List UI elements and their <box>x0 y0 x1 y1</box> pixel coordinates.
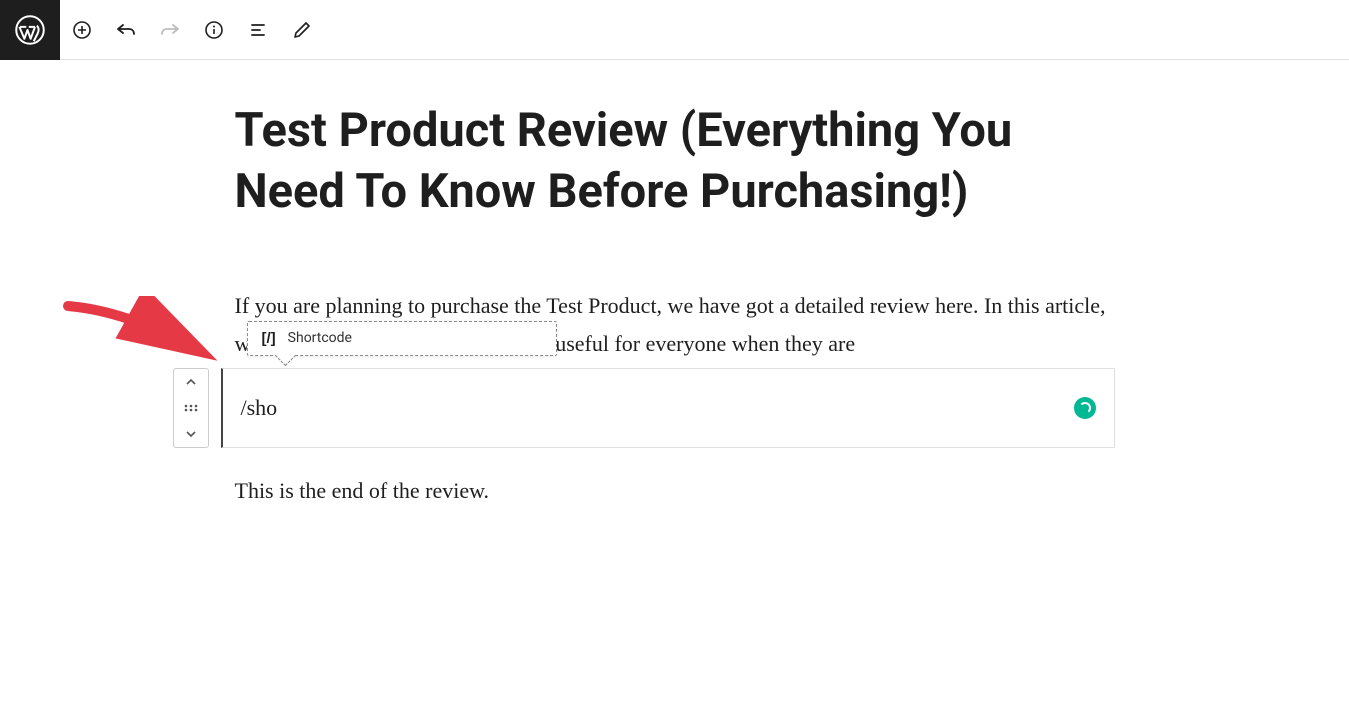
tools-button[interactable] <box>280 8 324 52</box>
wordpress-icon <box>15 15 45 45</box>
paragraph-block[interactable]: This is the end of the review. <box>235 472 1115 509</box>
loading-indicator <box>1074 397 1096 419</box>
undo-icon <box>114 18 138 42</box>
pencil-icon <box>290 18 314 42</box>
add-block-button[interactable] <box>60 8 104 52</box>
info-button[interactable] <box>192 8 236 52</box>
info-icon <box>202 18 226 42</box>
annotation-arrow <box>58 296 218 376</box>
block-suggestion-popup[interactable]: [/] Shortcode <box>247 321 557 356</box>
undo-button[interactable] <box>104 8 148 52</box>
suggestion-label: Shortcode <box>288 330 352 346</box>
editor-toolbar <box>0 0 1349 60</box>
block-input-text[interactable]: /sho <box>241 395 278 421</box>
post-title[interactable]: Test Product Review (Everything You Need… <box>235 100 1115 222</box>
drag-icon <box>183 403 199 413</box>
chevron-down-icon <box>184 427 198 441</box>
block-mover <box>173 368 209 448</box>
move-up-button[interactable] <box>174 369 208 395</box>
move-down-button[interactable] <box>174 421 208 447</box>
loading-arc-icon <box>1079 402 1091 414</box>
drag-handle[interactable] <box>174 395 208 421</box>
shortcode-icon: [/] <box>262 330 276 347</box>
redo-button <box>148 8 192 52</box>
toolbar-buttons <box>60 8 324 52</box>
active-block: [/] Shortcode /sho <box>173 368 1115 448</box>
list-icon <box>246 18 270 42</box>
plus-circle-icon <box>70 18 94 42</box>
redo-icon <box>158 18 182 42</box>
chevron-up-icon <box>184 375 198 389</box>
block-input[interactable]: [/] Shortcode /sho <box>221 368 1115 448</box>
wordpress-logo[interactable] <box>0 0 60 60</box>
outline-button[interactable] <box>236 8 280 52</box>
editor-content: Test Product Review (Everything You Need… <box>235 60 1115 509</box>
